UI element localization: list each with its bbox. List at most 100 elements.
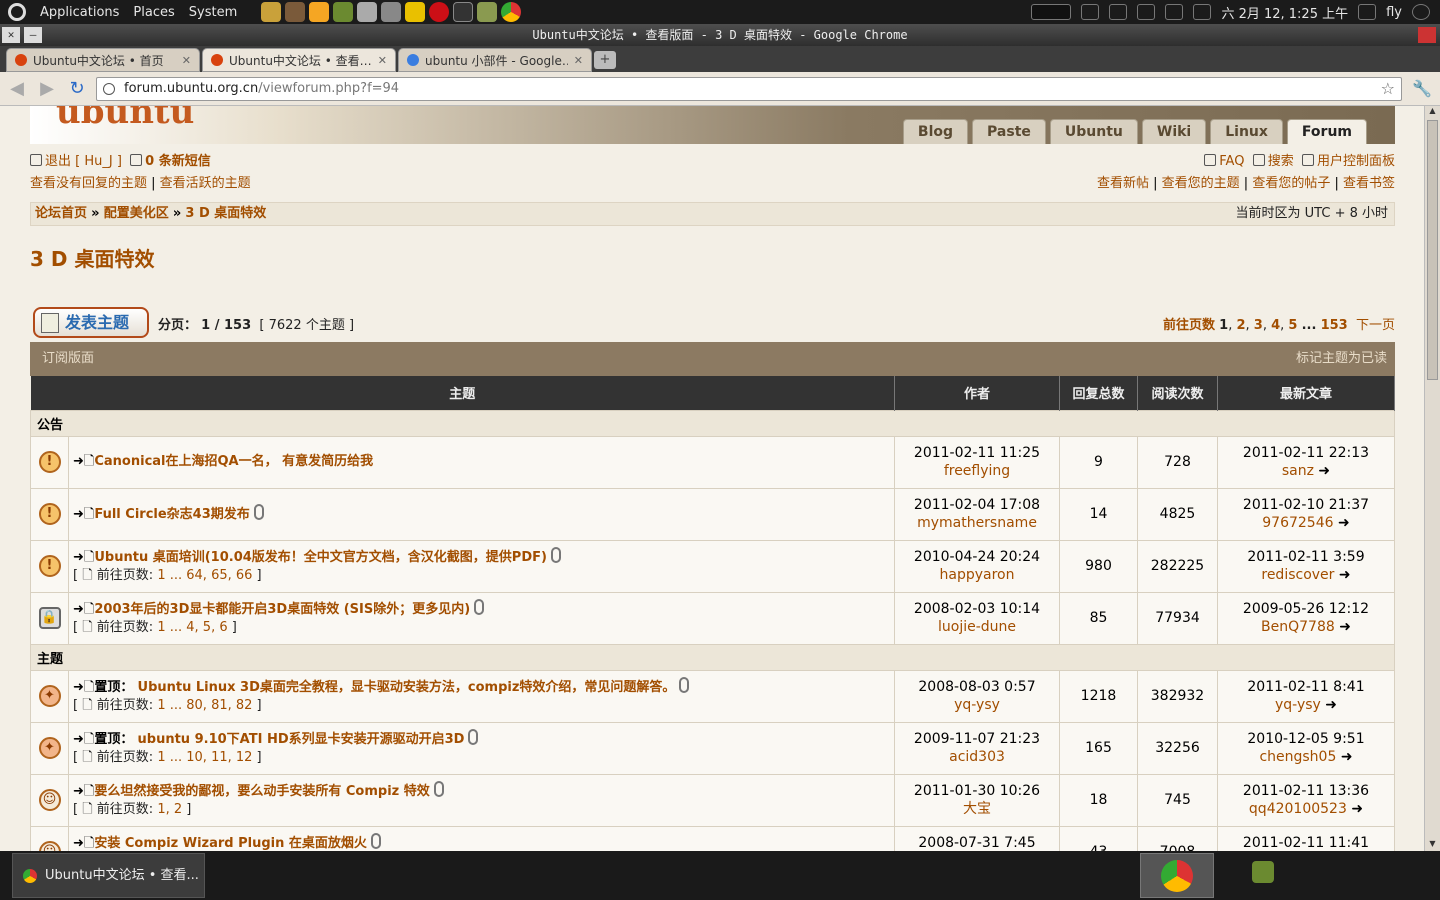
mark-read-link[interactable]: 标记主题为已读 <box>1296 342 1387 376</box>
nav-linux[interactable]: Linux <box>1210 119 1283 144</box>
terminal-icon[interactable] <box>453 2 474 22</box>
topic-page-links[interactable]: 1 ... 10, 11, 12 <box>157 750 252 765</box>
goto-last-post-icon[interactable]: ➜ <box>1339 619 1351 635</box>
system-monitor-icon[interactable] <box>1031 4 1072 20</box>
page-title[interactable]: 3 D 桌面特效 <box>30 243 154 272</box>
page-link[interactable]: 153 <box>1321 318 1348 333</box>
dock-chrome[interactable] <box>1140 853 1214 898</box>
goto-last-post-icon[interactable]: ➜ <box>1341 749 1353 765</box>
folder-icon[interactable] <box>261 2 282 22</box>
table-row[interactable]: 🔒 ➜🗋2003年后的3D显卡都能开启3D桌面特效 (SIS除外；更多见内) [ 🗋… <box>30 591 1395 645</box>
topic-page-links[interactable]: 1 ... 80, 81, 82 <box>157 698 252 713</box>
close-tab-icon[interactable]: ✕ <box>378 54 387 67</box>
bookmarks-link[interactable]: 查看书签 <box>1343 176 1395 191</box>
last-post-user[interactable]: BenQ7788 <box>1261 619 1335 635</box>
goto-last-post-icon[interactable]: ➜ <box>1325 697 1337 713</box>
faq-link[interactable]: FAQ <box>1219 154 1244 169</box>
book-icon[interactable] <box>477 2 498 22</box>
table-row[interactable]: ✦ ➜🗋置顶： ubuntu 9.10下ATI HD系列显卡安装开源驱动开启3D [… <box>30 721 1395 775</box>
subscribe-link[interactable]: 订阅版面 <box>42 351 94 366</box>
calculator-icon[interactable] <box>357 2 378 22</box>
topic-title-link[interactable]: Ubuntu Linux 3D桌面完全教程，显卡驱动安装方法，compiz特效介… <box>138 680 676 695</box>
new-topic-button[interactable]: 发表主题 <box>33 307 149 338</box>
forward-button[interactable]: ▶ <box>36 78 58 99</box>
chat-icon[interactable] <box>309 2 330 22</box>
menu-places[interactable]: Places <box>133 5 174 20</box>
qq-icon[interactable] <box>405 2 426 22</box>
new-posts-link[interactable]: 查看新帖 <box>1097 176 1149 191</box>
wrench-menu-icon[interactable]: 🔧 <box>1410 79 1434 98</box>
tab-forum-view[interactable]: Ubuntu中文论坛 • 查看… ✕ <box>202 48 396 72</box>
author-link[interactable]: acid303 <box>949 749 1005 765</box>
nav-ubuntu[interactable]: Ubuntu <box>1049 119 1138 144</box>
new-tab-button[interactable]: + <box>594 51 616 69</box>
menu-system[interactable]: System <box>189 5 237 20</box>
author-link[interactable]: yq-ysy <box>954 697 1000 713</box>
table-row[interactable]: ! ➜🗋Ubuntu 桌面培训(10.04版发布！全中文官方文档，含汉化截图，提供… <box>30 539 1395 593</box>
goto-last-post-icon[interactable]: ➜ <box>1338 515 1350 531</box>
table-row[interactable]: ! ➜🗋Full Circle杂志43期发布 2011-02-04 17:08 mym… <box>30 487 1395 541</box>
goto-page-link[interactable]: 前往页数 <box>1163 318 1215 333</box>
topic-title-link[interactable]: Ubuntu 桌面培训(10.04版发布！全中文官方文档，含汉化截图，提供PDF… <box>94 550 547 565</box>
last-post-user[interactable]: qq420100523 <box>1249 801 1347 817</box>
opera-icon[interactable] <box>429 2 450 22</box>
author-link[interactable]: luojie-dune <box>938 619 1016 635</box>
close-tab-icon[interactable]: ✕ <box>574 54 583 67</box>
user-name[interactable]: fly <box>1386 5 1402 20</box>
menu-applications[interactable]: Applications <box>40 5 119 20</box>
page-link[interactable]: 3 <box>1254 318 1263 333</box>
your-posts-link[interactable]: 查看您的帖子 <box>1252 176 1330 191</box>
author-link[interactable]: freeflying <box>944 463 1010 479</box>
clock[interactable]: 六 2月 12, 1:25 上午 <box>1221 3 1348 22</box>
power-icon[interactable] <box>1137 4 1156 20</box>
back-button[interactable]: ◀ <box>6 78 28 99</box>
topic-title-link[interactable]: 要么坦然接受我的鄙视，要么动手安装所有 Compiz 特效 <box>94 784 429 799</box>
ucp-link[interactable]: 用户控制面板 <box>1317 154 1395 169</box>
unanswered-link[interactable]: 查看没有回复的主题 <box>30 176 147 191</box>
app-icon[interactable] <box>333 2 354 22</box>
bookmark-star-icon[interactable]: ☆ <box>1381 79 1395 98</box>
crumb-home[interactable]: 论坛首页 <box>35 206 87 221</box>
table-row[interactable]: ! ➜🗋Canonical在上海招QA一名， 有意发简历给我 2011-02-11 … <box>30 435 1395 489</box>
scroll-thumb[interactable] <box>1427 120 1438 380</box>
last-post-user[interactable]: 97672546 <box>1262 515 1333 531</box>
tab-forum-home[interactable]: Ubuntu中文论坛 • 首页 ✕ <box>6 48 200 72</box>
address-bar[interactable]: forum.ubuntu.org.cn/viewforum.php?f=94 ☆ <box>96 76 1402 101</box>
close-tab-icon[interactable]: ✕ <box>182 54 191 67</box>
last-post-user[interactable]: chengsh05 <box>1259 749 1336 765</box>
nav-wiki[interactable]: Wiki <box>1141 119 1207 144</box>
last-post-user[interactable]: yq-ysy <box>1275 697 1321 713</box>
page-link[interactable]: 5 <box>1288 318 1297 333</box>
last-post-user[interactable]: sanz <box>1282 463 1314 479</box>
topic-title-link[interactable]: 2003年后的3D显卡都能开启3D桌面特效 (SIS除外；更多见内) <box>94 602 470 617</box>
volume-icon[interactable] <box>1165 4 1184 20</box>
logout-link[interactable]: 退出 [ Hu_J ] <box>45 154 122 169</box>
mail-icon[interactable] <box>1193 4 1212 20</box>
active-topics-link[interactable]: 查看活跃的主题 <box>160 176 251 191</box>
topic-page-links[interactable]: 1 ... 64, 65, 66 <box>157 568 252 583</box>
chrome-icon[interactable] <box>501 2 522 22</box>
goto-last-post-icon[interactable]: ➜ <box>1318 463 1330 479</box>
topic-title-link[interactable]: 安装 Compiz Wizard Plugin 在桌面放烟火 <box>94 836 367 851</box>
scroll-down-icon[interactable]: ▼ <box>1427 839 1438 851</box>
nav-blog[interactable]: Blog <box>902 119 969 144</box>
topic-page-links[interactable]: 1 ... 4, 5, 6 <box>157 620 227 635</box>
nav-paste[interactable]: Paste <box>972 119 1046 144</box>
nav-forum[interactable]: Forum <box>1286 119 1367 144</box>
your-topics-link[interactable]: 查看您的主题 <box>1162 176 1240 191</box>
page-link[interactable]: 2 <box>1236 318 1245 333</box>
goto-last-post-icon[interactable]: ➜ <box>1339 567 1351 583</box>
scroll-up-icon[interactable]: ▲ <box>1427 106 1438 118</box>
author-link[interactable]: happyaron <box>940 567 1015 583</box>
dock-app-icon[interactable] <box>1252 861 1274 883</box>
goto-last-post-icon[interactable]: ➜ <box>1351 801 1363 817</box>
chat-status-icon[interactable] <box>1358 4 1377 20</box>
crumb-category[interactable]: 配置美化区 <box>104 206 169 221</box>
disk-icon[interactable] <box>381 2 402 22</box>
topic-title-link[interactable]: Full Circle杂志43期发布 <box>94 507 249 522</box>
close-window-button[interactable]: ✕ <box>2 27 20 43</box>
crumb-forum[interactable]: 3 D 桌面特效 <box>185 206 266 221</box>
minimize-window-button[interactable]: – <box>24 27 42 43</box>
table-row[interactable]: ☺ ➜🗋安装 Compiz Wizard Plugin 在桌面放烟火[ 🗋 前往页… <box>30 825 1395 851</box>
author-link[interactable]: 大宝 <box>963 801 991 817</box>
